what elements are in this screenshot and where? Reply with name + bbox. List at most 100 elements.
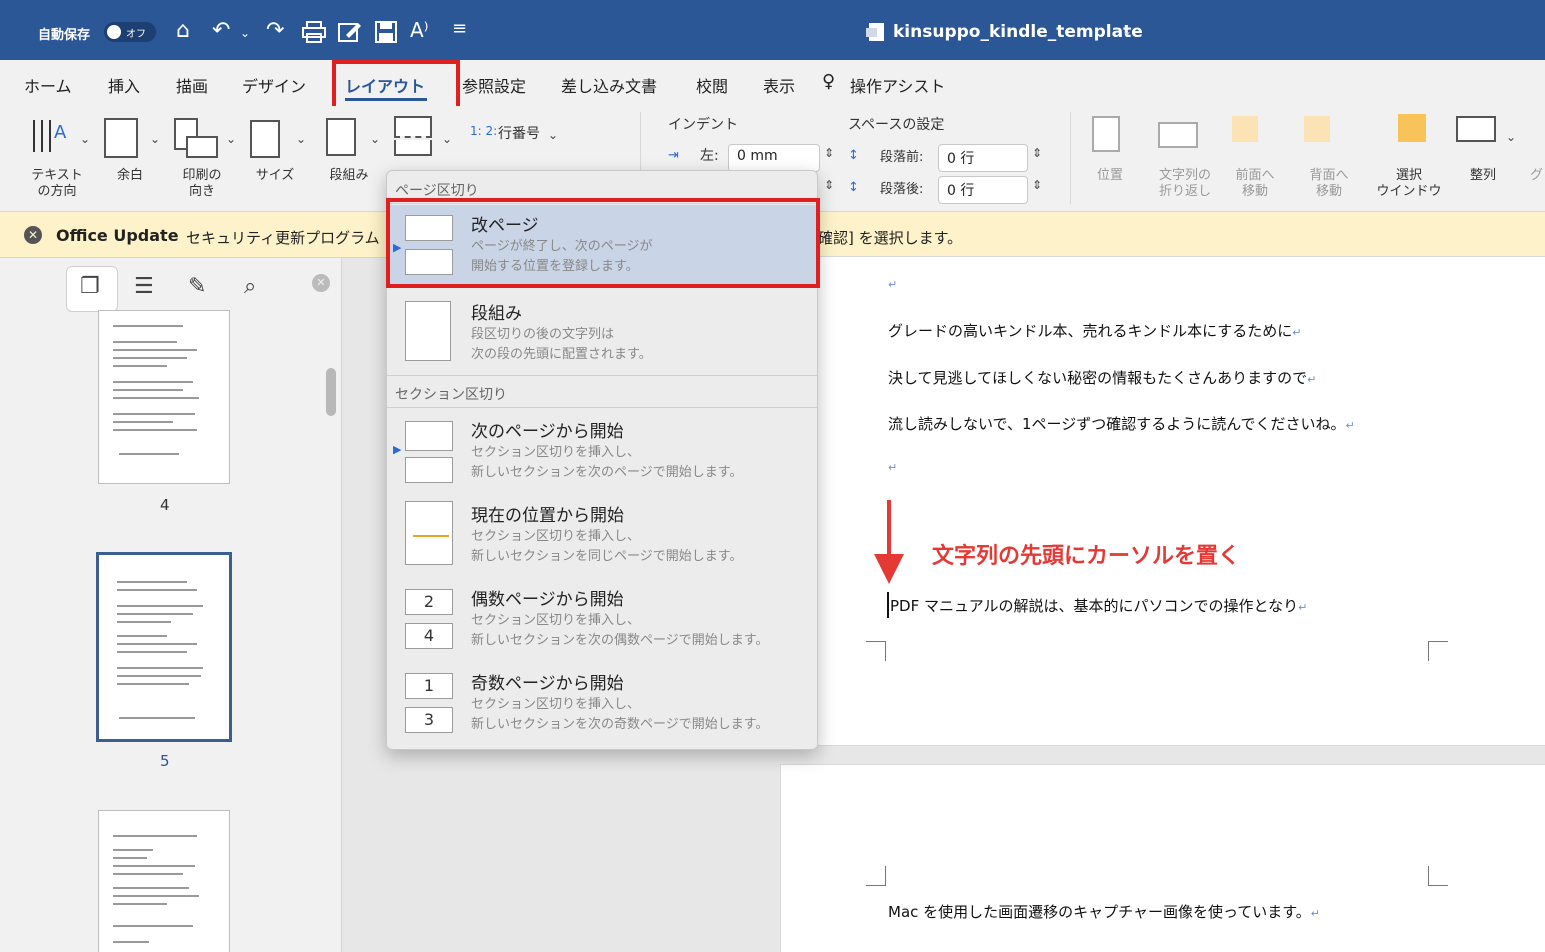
nav-scrollbar[interactable]	[326, 368, 336, 416]
document-cursor-line[interactable]: PDF マニュアルの解説は、基本的にパソコンでの操作となり↵	[890, 595, 1307, 616]
tab-design[interactable]: デザイン	[242, 73, 306, 97]
notification-message-start: セキュリティ更新プログラム	[186, 229, 380, 247]
line-numbers-label[interactable]: 行番号	[498, 126, 540, 143]
menu-divider	[387, 407, 817, 408]
search-icon[interactable]: ⌕	[244, 274, 256, 299]
tab-insert[interactable]: 挿入	[108, 73, 140, 97]
highlight-page-break-box	[386, 198, 820, 288]
menu-item-continuous[interactable]: 現在の位置から開始 セクション区切りを挿入し、 新しいセクションを同じページで開…	[389, 495, 817, 577]
document-title[interactable]: kinsuppo_kindle_template	[893, 22, 1143, 42]
menu-item-odd-page[interactable]: 1 3 奇数ページから開始 セクション区切りを挿入し、 新しいセクションを次の奇…	[389, 663, 817, 745]
align-icon[interactable]	[1456, 116, 1496, 142]
position-label[interactable]: 位置	[1090, 168, 1130, 184]
indent-left-field[interactable]: 0 mm	[728, 144, 820, 172]
text-direction-label[interactable]: テキスト の方向	[22, 168, 92, 199]
align-label[interactable]: 整列	[1466, 168, 1500, 184]
size-label[interactable]: サイズ	[250, 168, 300, 184]
orientation-landscape-icon[interactable]	[186, 136, 218, 158]
document-page2-line[interactable]: Mac を使用した画面遷移のキャプチャー画像を使っています。↵	[888, 901, 1320, 922]
bring-forward-icon[interactable]	[1232, 116, 1258, 142]
bring-forward-label[interactable]: 前面へ 移動	[1230, 168, 1280, 199]
wrap-text-icon[interactable]	[1158, 122, 1198, 148]
margin-corner-top-left-p2	[866, 866, 886, 886]
columns-chevron-icon[interactable]: ⌄	[370, 132, 380, 146]
indent-right-stepper[interactable]: ⇕	[824, 178, 834, 192]
tab-review[interactable]: 校閲	[696, 73, 728, 97]
continuous-icon-line	[413, 535, 449, 537]
page-thumbnail-5[interactable]	[96, 552, 232, 742]
home-icon[interactable]: ⌂	[176, 18, 190, 43]
tab-view[interactable]: 表示	[763, 73, 795, 97]
undo-dropdown-chevron-icon[interactable]: ⌄	[240, 26, 250, 40]
tab-draw[interactable]: 描画	[176, 73, 208, 97]
document-page-2[interactable]	[780, 764, 1545, 952]
document-line-2[interactable]: 決して見逃してほしくない秘密の情報もたくさんありますので↵	[888, 367, 1316, 388]
odd-page-icon-bottom: 3	[405, 707, 453, 733]
tell-me-assist[interactable]: 操作アシスト	[850, 73, 945, 97]
thumbnails-icon[interactable]: ❐	[80, 274, 100, 299]
document-line-1[interactable]: グレードの高いキンドル本、売れるキンドル本にするために↵	[888, 320, 1301, 341]
margins-chevron-icon[interactable]: ⌄	[150, 132, 160, 146]
size-chevron-icon[interactable]: ⌄	[296, 132, 306, 146]
print-icon[interactable]	[302, 21, 326, 43]
undo-icon[interactable]: ↶	[212, 18, 230, 43]
autosave-label: 自動保存	[38, 28, 91, 43]
breaks-dash	[394, 136, 432, 138]
breaks-icon[interactable]	[394, 116, 432, 136]
page-thumbnail-4[interactable]	[98, 310, 230, 484]
save-icon[interactable]	[375, 21, 397, 43]
columns-icon[interactable]	[326, 118, 356, 156]
menu-item-desc: 次の段の先頭に配置されます。	[471, 347, 652, 362]
section-header-section-breaks: セクション区切り	[395, 387, 507, 403]
margins-icon[interactable]	[104, 118, 138, 158]
close-notification-icon[interactable]: ✕	[24, 226, 42, 244]
menu-item-next-page[interactable]: ▶ 次のページから開始 セクション区切りを挿入し、 新しいセクションを次のページ…	[389, 411, 817, 493]
text-direction-icon[interactable]: A	[30, 114, 74, 160]
notification-message-end: 確認] を選択します。	[818, 229, 963, 247]
read-aloud-icon[interactable]: A⁾	[410, 18, 429, 42]
menu-divider	[387, 375, 817, 376]
orientation-chevron-icon[interactable]: ⌄	[226, 132, 236, 146]
send-backward-label[interactable]: 背面へ 移動	[1304, 168, 1354, 199]
spacing-after-stepper[interactable]: ⇕	[1032, 178, 1042, 192]
next-page-icon	[405, 421, 453, 451]
margins-label[interactable]: 余白	[110, 168, 150, 184]
send-backward-icon[interactable]	[1304, 116, 1330, 142]
selection-pane-icon[interactable]	[1398, 114, 1426, 142]
close-pane-icon[interactable]: ✕	[312, 274, 330, 292]
position-icon[interactable]	[1092, 116, 1120, 152]
title-dropdown-chevron-icon[interactable]: ⌄	[1122, 24, 1132, 38]
breaks-chevron-icon[interactable]: ⌄	[442, 132, 452, 146]
document-line-3[interactable]: 流し読みしないで、1ページずつ確認するように読んでくださいね。↵	[888, 413, 1355, 434]
menu-item-even-page[interactable]: 2 4 偶数ページから開始 セクション区切りを挿入し、 新しいセクションを次の偶…	[389, 579, 817, 661]
size-icon[interactable]	[250, 120, 280, 158]
align-chevron-icon[interactable]: ⌄	[1506, 130, 1516, 144]
text-direction-chevron-icon[interactable]: ⌄	[80, 132, 90, 146]
customize-icon[interactable]: ≡	[452, 18, 467, 39]
columns-label[interactable]: 段組み	[324, 168, 374, 184]
group-label[interactable]: グ	[1528, 168, 1545, 184]
spacing-before-field[interactable]: 0 行	[938, 144, 1028, 172]
selection-pane-label[interactable]: 選択 ウインドウ	[1372, 168, 1446, 199]
redo-icon[interactable]: ↷	[266, 18, 284, 43]
edit-icon[interactable]	[338, 21, 362, 43]
indent-left-stepper[interactable]: ⇕	[824, 146, 834, 160]
column-break-icon	[405, 301, 451, 361]
document-map-icon[interactable]: ✎	[188, 274, 206, 299]
tab-mailings[interactable]: 差し込み文書	[561, 73, 657, 97]
indent-group-label: インデント	[668, 117, 738, 133]
line-numbers-chevron-icon[interactable]: ⌄	[548, 128, 558, 142]
menu-item-column-break[interactable]: 段組み 段区切りの後の文字列は 次の段の先頭に配置されます。	[389, 289, 817, 371]
tab-home[interactable]: ホーム	[24, 73, 72, 97]
outline-icon[interactable]: ☰	[134, 274, 154, 299]
autosave-toggle[interactable]: オフ	[104, 22, 156, 42]
page-thumbnail-6[interactable]	[98, 810, 230, 952]
spacing-after-field[interactable]: 0 行	[938, 176, 1028, 204]
spacing-before-stepper[interactable]: ⇕	[1032, 146, 1042, 160]
tab-references[interactable]: 参照設定	[462, 73, 526, 97]
text-cursor	[887, 592, 889, 618]
orientation-label[interactable]: 印刷の 向き	[172, 168, 232, 199]
wrap-text-label[interactable]: 文字列の 折り返し	[1150, 168, 1220, 199]
line-numbers-icon[interactable]: 1: 2:	[470, 124, 497, 138]
even-page-icon-bottom: 4	[405, 623, 453, 649]
